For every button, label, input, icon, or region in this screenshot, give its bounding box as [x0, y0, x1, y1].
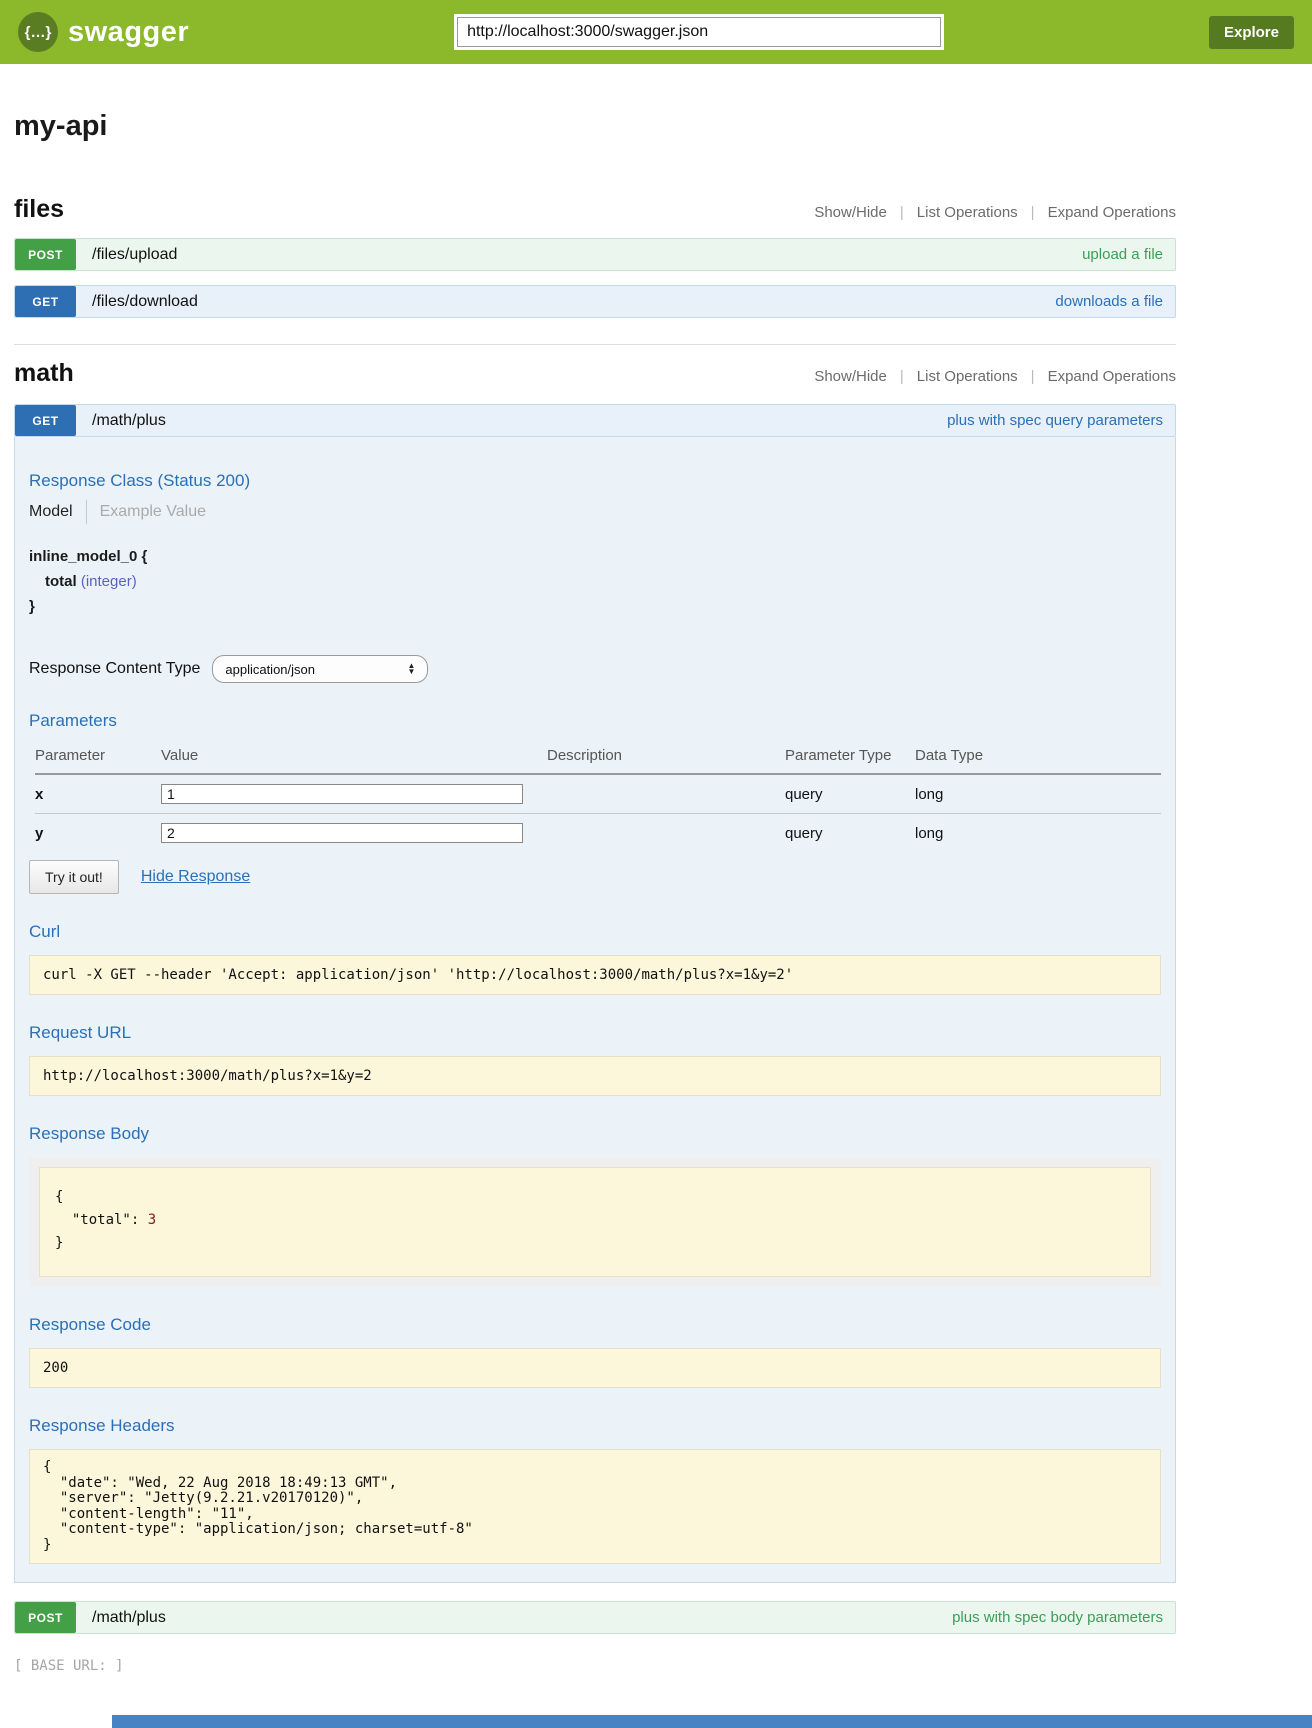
param-type: query [785, 774, 915, 814]
header-bar: {…} swagger Explore [0, 0, 1312, 64]
tab-example-value[interactable]: Example Value [100, 503, 206, 521]
param-y-input[interactable] [161, 823, 523, 843]
param-data-type: long [915, 774, 1161, 814]
response-body-heading: Response Body [29, 1124, 1161, 1144]
section-divider [14, 344, 1176, 345]
swagger-logo-icon: {…} [18, 12, 58, 52]
list-operations-link[interactable]: List Operations [917, 368, 1018, 385]
param-description [547, 814, 785, 853]
param-type: query [785, 814, 915, 853]
model-property: total (integer) [45, 569, 1161, 594]
model-property-name: total [45, 573, 77, 590]
endpoint-summary[interactable]: plus with spec query parameters [947, 412, 1163, 429]
try-it-out-button[interactable]: Try it out! [29, 860, 119, 894]
param-x-input[interactable] [161, 784, 523, 804]
model-property-type: (integer) [81, 573, 137, 590]
spec-url-input[interactable] [457, 17, 941, 47]
parameters-header-row: Parameter Value Description Parameter Ty… [35, 741, 1161, 774]
col-parameter: Parameter [35, 741, 161, 774]
model-signature: inline_model_0 { total (integer) } [29, 544, 1161, 619]
model-tabs: Model Example Value [29, 500, 1161, 524]
response-headers-heading: Response Headers [29, 1416, 1161, 1436]
endpoint-path[interactable]: /math/plus [92, 1609, 166, 1627]
endpoint-path[interactable]: /files/upload [92, 246, 177, 264]
param-description [547, 774, 785, 814]
math-section-controls: Show/Hide | List Operations | Expand Ope… [814, 368, 1176, 385]
math-section-title[interactable]: math [14, 359, 74, 388]
url-input-wrap [189, 17, 1209, 47]
endpoint-row-get-files-download[interactable]: GET /files/download downloads a file [14, 285, 1176, 318]
divider: | [1031, 204, 1035, 221]
response-content-type-select[interactable]: application/json ▲▼ [212, 655, 428, 683]
files-section-controls: Show/Hide | List Operations | Expand Ope… [814, 204, 1176, 221]
json-number-value: 3 [148, 1212, 156, 1228]
tab-model[interactable]: Model [29, 503, 73, 521]
select-arrows-icon: ▲▼ [407, 663, 415, 675]
endpoint-path[interactable]: /files/download [92, 293, 198, 311]
response-content-type-row: Response Content Type application/json ▲… [29, 655, 1161, 683]
col-value: Value [161, 741, 547, 774]
param-name: y [35, 814, 161, 853]
endpoint-summary[interactable]: downloads a file [1055, 293, 1163, 310]
swagger-logo[interactable]: {…} swagger [18, 12, 189, 52]
parameters-heading: Parameters [29, 711, 1161, 731]
curl-heading: Curl [29, 922, 1161, 942]
endpoint-row-post-math-plus[interactable]: POST /math/plus plus with spec body para… [14, 1601, 1176, 1634]
response-body-wrap: { "total": 3 } [29, 1157, 1161, 1287]
response-body-json: { "total": 3 } [39, 1167, 1151, 1277]
main-content: my-api files Show/Hide | List Operations… [14, 110, 1176, 1634]
col-parameter-type: Parameter Type [785, 741, 915, 774]
expand-operations-link[interactable]: Expand Operations [1048, 204, 1176, 221]
param-data-type: long [915, 814, 1161, 853]
request-url-value: http://localhost:3000/math/plus?x=1&y=2 [29, 1056, 1161, 1096]
curl-command: curl -X GET --header 'Accept: applicatio… [29, 955, 1161, 995]
show-hide-link[interactable]: Show/Hide [814, 368, 887, 385]
divider: | [900, 368, 904, 385]
endpoint-summary[interactable]: upload a file [1082, 246, 1163, 263]
api-title: my-api [14, 110, 1176, 143]
divider: | [900, 204, 904, 221]
response-code-value: 200 [29, 1348, 1161, 1388]
post-method-badge: POST [15, 1602, 76, 1633]
get-method-badge: GET [15, 286, 76, 317]
bottom-bar [112, 1715, 1312, 1728]
endpoint-row-get-math-plus[interactable]: GET /math/plus plus with spec query para… [14, 404, 1176, 437]
braces-icon: {…} [25, 24, 52, 41]
brand-title: swagger [68, 16, 189, 49]
col-description: Description [547, 741, 785, 774]
divider: | [1031, 368, 1035, 385]
math-section-header: math Show/Hide | List Operations | Expan… [14, 359, 1176, 388]
try-it-out-row: Try it out! Hide Response [29, 860, 1161, 894]
files-section-title[interactable]: files [14, 195, 64, 224]
response-class-heading: Response Class (Status 200) [29, 471, 1161, 491]
col-data-type: Data Type [915, 741, 1161, 774]
show-hide-link[interactable]: Show/Hide [814, 204, 887, 221]
endpoint-summary[interactable]: plus with spec body parameters [952, 1609, 1163, 1626]
get-method-badge: GET [15, 405, 76, 436]
hide-response-link[interactable]: Hide Response [141, 868, 250, 886]
tab-divider [86, 500, 87, 524]
param-name: x [35, 774, 161, 814]
table-row-y: y query long [35, 814, 1161, 853]
selected-content-type: application/json [225, 662, 315, 677]
request-url-heading: Request URL [29, 1023, 1161, 1043]
model-close-line: } [29, 594, 1161, 619]
model-open-line: inline_model_0 { [29, 544, 1161, 569]
endpoint-path[interactable]: /math/plus [92, 412, 166, 430]
endpoint-row-post-files-upload[interactable]: POST /files/upload upload a file [14, 238, 1176, 271]
base-url-footer: [ BASE URL: ] [14, 1658, 1312, 1674]
response-headers-json: { "date": "Wed, 22 Aug 2018 18:49:13 GMT… [29, 1449, 1161, 1564]
files-section-header: files Show/Hide | List Operations | Expa… [14, 195, 1176, 224]
explore-button[interactable]: Explore [1209, 16, 1294, 49]
operation-detail-panel: Response Class (Status 200) Model Exampl… [14, 437, 1176, 1583]
expand-operations-link[interactable]: Expand Operations [1048, 368, 1176, 385]
response-code-heading: Response Code [29, 1315, 1161, 1335]
response-content-type-label: Response Content Type [29, 660, 200, 678]
table-row-x: x query long [35, 774, 1161, 814]
endpoint-block-get-math-plus: GET /math/plus plus with spec query para… [14, 404, 1176, 1583]
parameters-table: Parameter Value Description Parameter Ty… [35, 741, 1161, 852]
post-method-badge: POST [15, 239, 76, 270]
list-operations-link[interactable]: List Operations [917, 204, 1018, 221]
